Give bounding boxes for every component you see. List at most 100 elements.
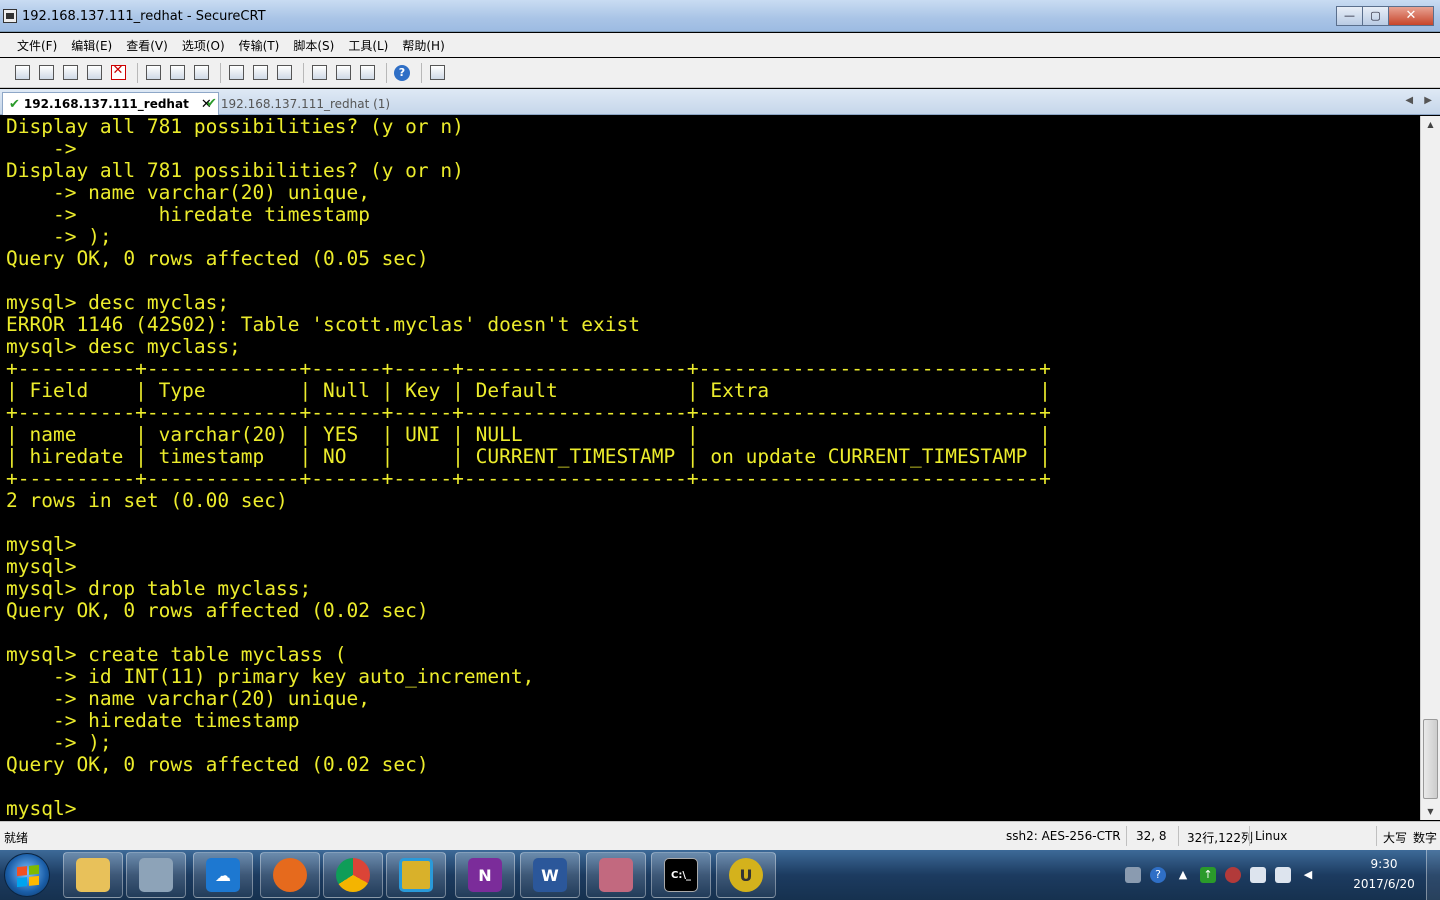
network-icon[interactable] [1275, 867, 1291, 883]
terminal-line: | hiredate | timestamp | NO | | CURRENT_… [6, 445, 1051, 468]
scroll-down-icon[interactable]: ▼ [1421, 803, 1440, 820]
terminal-line: -> hiredate timestamp [6, 203, 370, 226]
securecrt-app-icon[interactable] [3, 9, 17, 23]
status-num: 数字 [1413, 831, 1438, 845]
connected-check-icon: ✔ [9, 96, 20, 112]
print-selection-icon[interactable] [250, 63, 270, 83]
help-icon[interactable]: ? [392, 63, 412, 83]
copy-icon[interactable] [143, 63, 163, 83]
antivirus-icon[interactable] [1225, 867, 1241, 883]
window-title: 192.168.137.111_redhat - SecureCRT [22, 9, 266, 24]
ultraedit-icon[interactable]: U [716, 852, 776, 898]
status-separator [1376, 826, 1377, 846]
start-button[interactable] [4, 853, 50, 897]
scrollbar-thumb[interactable] [1423, 719, 1438, 799]
paste-icon[interactable] [167, 63, 187, 83]
scroll-up-icon[interactable]: ▲ [1421, 116, 1440, 133]
removable-device-icon[interactable] [1250, 867, 1266, 883]
firefox-icon[interactable] [260, 852, 320, 898]
terminal-line: mysql> [6, 797, 77, 820]
terminal-line: Display all 781 possibilities? (y or n) [6, 159, 464, 182]
terminal-line: -> ); [6, 731, 112, 754]
menu-view[interactable]: 查看(V) [122, 37, 172, 54]
toolbar: ? [0, 58, 1440, 88]
menu-tools[interactable]: 工具(L) [344, 37, 392, 54]
sftp-icon[interactable] [427, 63, 447, 83]
chrome-icon[interactable] [323, 852, 383, 898]
quick-connect-icon[interactable] [36, 63, 56, 83]
terminal-line: Query OK, 0 rows affected (0.05 sec) [6, 247, 429, 270]
show-hidden-icons-icon[interactable]: ▲ [1175, 867, 1191, 883]
cloud-sync-icon[interactable]: ☁ [193, 852, 253, 898]
tab-scroll-right-icon[interactable]: ▶ [1424, 95, 1432, 106]
terminal-line: -> hiredate timestamp [6, 709, 300, 732]
session-tab-active[interactable]: ✔ 192.168.137.111_redhat ✕ [2, 92, 219, 115]
terminal-output[interactable]: Display all 781 possibilities? (y or n) … [0, 116, 1420, 820]
minimize-button[interactable]: — [1336, 6, 1363, 26]
file-manager-icon[interactable] [386, 852, 446, 898]
system-tray: ? ▲ ↑ ◀ [1125, 850, 1325, 900]
menu-options[interactable]: 选项(O) [178, 37, 229, 54]
menu-edit[interactable]: 编辑(E) [67, 37, 116, 54]
tab-scroll-left-icon[interactable]: ◀ [1405, 95, 1413, 106]
close-button[interactable]: ✕ [1388, 6, 1434, 26]
menu-script[interactable]: 脚本(S) [289, 37, 338, 54]
system-clock[interactable]: 9:30 2017/6/20 [1346, 854, 1422, 894]
windows-logo-icon [17, 864, 39, 888]
status-separator [1126, 826, 1127, 846]
terminal-line: +----------+-------------+------+-----+-… [6, 401, 1051, 424]
menu-bar: 文件(F) 编辑(E) 查看(V) 选项(O) 传输(T) 脚本(S) 工具(L… [0, 33, 1440, 57]
connected-check-icon: ✔ [206, 96, 217, 111]
terminal-line: -> name varchar(20) unique, [6, 687, 370, 710]
status-cursor: 32, 8 [1136, 829, 1167, 843]
keyboard-icon[interactable] [1125, 867, 1141, 883]
help-tray-icon[interactable]: ? [1150, 867, 1166, 883]
terminal-line: mysql> [6, 533, 77, 556]
terminal-line: +----------+-------------+------+-----+-… [6, 467, 1051, 490]
status-ready: 就绪 [4, 831, 29, 845]
toolbar-separator [386, 62, 387, 83]
reconnect-icon[interactable] [84, 63, 104, 83]
connect-icon[interactable] [12, 63, 32, 83]
terminal-line: -> [6, 137, 77, 160]
terminal-line: | name | varchar(20) | YES | UNI | NULL … [6, 423, 1051, 446]
session-tab-inactive[interactable]: ✔ 192.168.137.111_redhat (1) [200, 92, 396, 115]
command-prompt-icon[interactable]: C:\_ [651, 852, 711, 898]
menu-file[interactable]: 文件(F) [13, 37, 61, 54]
terminal-line: mysql> create table myclass ( [6, 643, 347, 666]
find-icon[interactable] [191, 63, 211, 83]
windows-explorer-icon[interactable] [63, 852, 123, 898]
status-size: 32行,122列 [1187, 831, 1253, 845]
maximize-button[interactable]: ▢ [1362, 6, 1389, 26]
menu-transfer[interactable]: 传输(T) [235, 37, 284, 54]
terminal-line: -> name varchar(20) unique, [6, 181, 370, 204]
database-tool-icon[interactable] [586, 852, 646, 898]
terminal-line: -> ); [6, 225, 112, 248]
menu-help[interactable]: 帮助(H) [398, 37, 448, 54]
securecrt-icon[interactable] [126, 852, 186, 898]
update-icon[interactable]: ↑ [1200, 867, 1216, 883]
toolbar-separator [421, 62, 422, 83]
terminal-line: mysql> [6, 555, 77, 578]
session-options-icon[interactable] [309, 63, 329, 83]
word-icon[interactable]: W [520, 852, 580, 898]
connect-tab-icon[interactable] [60, 63, 80, 83]
global-options-icon[interactable] [333, 63, 353, 83]
disconnect-icon[interactable] [108, 63, 128, 83]
terminal-line: Display all 781 possibilities? (y or n) [6, 116, 464, 138]
keymap-icon[interactable] [357, 63, 377, 83]
clock-time: 9:30 [1370, 857, 1398, 871]
show-desktop-button[interactable] [1426, 850, 1440, 900]
volume-icon[interactable]: ◀ [1300, 867, 1316, 883]
terminal-line: | Field | Type | Null | Key | Default | … [6, 379, 1051, 402]
terminal-line: mysql> desc myclass; [6, 335, 241, 358]
window-controls: — ▢ ✕ [1336, 6, 1434, 26]
print-icon[interactable] [226, 63, 246, 83]
terminal-scrollbar[interactable]: ▲ ▼ [1420, 116, 1440, 820]
onenote-icon[interactable]: N [455, 852, 515, 898]
toolbar-separator [220, 62, 221, 83]
terminal-line: Query OK, 0 rows affected (0.02 sec) [6, 599, 429, 622]
print-setup-icon[interactable] [274, 63, 294, 83]
tab-label: 192.168.137.111_redhat [23, 97, 189, 111]
status-separator [1178, 826, 1179, 846]
